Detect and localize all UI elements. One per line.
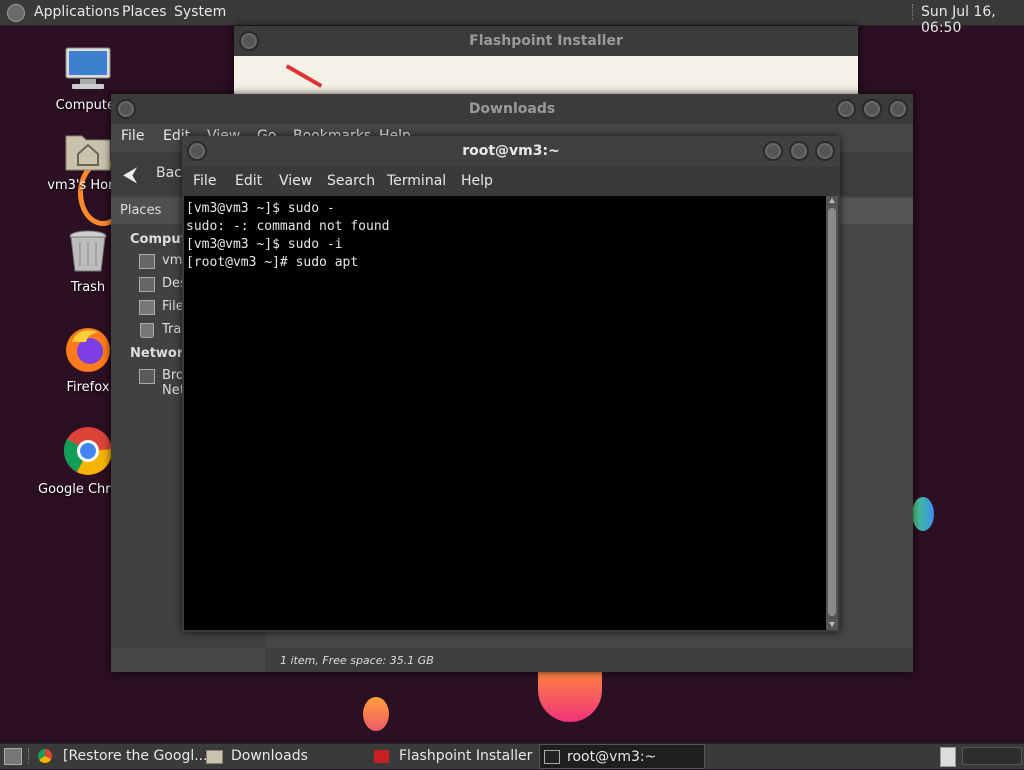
- back-button[interactable]: ⮜ Back: [119, 160, 190, 188]
- applications-menu[interactable]: Applications: [34, 4, 120, 20]
- close-icon[interactable]: [815, 141, 835, 161]
- maximize-icon[interactable]: [862, 99, 882, 119]
- window-title: Downloads: [468, 101, 556, 117]
- taskbar-item-chrome[interactable]: [Restore the Googl...: [38, 744, 208, 769]
- status-text: 1 item, Free space: 35.1 GB: [280, 654, 434, 667]
- panel-separator: [912, 4, 916, 20]
- home-folder-icon: [65, 135, 111, 171]
- distro-logo-icon[interactable]: [7, 4, 25, 22]
- menu-edit[interactable]: Edit: [235, 173, 262, 189]
- maximize-icon[interactable]: [789, 141, 809, 161]
- menu-bar: File Edit View Search Terminal Help: [182, 166, 840, 196]
- desktop-icon: [139, 277, 155, 292]
- trash-icon: [69, 230, 107, 272]
- network-icon: [139, 369, 155, 384]
- terminal-line: [vm3@vm3 ~]$ sudo -: [186, 201, 335, 216]
- top-panel: Applications Places System Sun Jul 16, 0…: [0, 0, 1024, 36]
- wallpaper-blob: [538, 668, 602, 722]
- folder-icon: [206, 750, 223, 764]
- chrome-icon: [38, 749, 52, 763]
- places-menu[interactable]: Places: [122, 4, 167, 20]
- system-menu[interactable]: System: [174, 4, 226, 20]
- taskbar-item-label: [Restore the Googl...: [63, 748, 208, 764]
- flashpoint-icon: [374, 750, 389, 763]
- terminal-window[interactable]: root@vm3:~ File Edit View Search Termina…: [182, 136, 840, 632]
- computer-icon: [65, 47, 111, 89]
- close-icon[interactable]: [888, 99, 908, 119]
- title-bar[interactable]: Downloads: [111, 94, 913, 124]
- bottom-panel: [Restore the Googl... Downloads Flashpoi…: [0, 743, 1024, 769]
- back-arrow-icon: ⮜: [123, 162, 138, 186]
- window-menu-icon[interactable]: [116, 99, 136, 119]
- terminal-output[interactable]: [vm3@vm3 ~]$ sudo - sudo: -: command not…: [184, 196, 826, 630]
- drive-icon: [139, 300, 155, 315]
- taskbar-item-label: root@vm3:~: [567, 749, 657, 765]
- scroll-down-arrow-icon[interactable]: [829, 622, 835, 627]
- taskbar-item-flashpoint[interactable]: Flashpoint Installer: [374, 744, 534, 769]
- minimize-icon[interactable]: [836, 99, 856, 119]
- window-menu-icon[interactable]: [187, 141, 207, 161]
- taskbar-item-downloads[interactable]: Downloads: [206, 744, 366, 769]
- terminal-line: sudo: -: command not found: [186, 219, 390, 234]
- menu-terminal[interactable]: Terminal: [387, 173, 446, 189]
- title-bar[interactable]: Flashpoint Installer: [234, 26, 858, 56]
- scrollbar-thumb[interactable]: [828, 208, 836, 616]
- menu-file[interactable]: File: [121, 128, 144, 144]
- window-menu-icon[interactable]: [239, 31, 259, 51]
- taskbar-item-terminal[interactable]: root@vm3:~: [539, 744, 705, 769]
- trash-icon: [140, 323, 154, 338]
- sidebar-header-label: Places: [120, 203, 162, 218]
- minimize-icon[interactable]: [763, 141, 783, 161]
- status-bar: 1 item, Free space: 35.1 GB: [265, 648, 913, 672]
- taskbar-item-label: Downloads: [231, 748, 308, 764]
- clock[interactable]: Sun Jul 16, 06:50: [921, 4, 1024, 36]
- scroll-up-arrow-icon[interactable]: [829, 198, 835, 203]
- terminal-line: [vm3@vm3 ~]$ sudo -i: [186, 237, 343, 252]
- workspace-switcher-icon[interactable]: [940, 747, 956, 767]
- wallpaper-blob: [363, 697, 389, 731]
- terminal-scrollbar[interactable]: [826, 196, 838, 630]
- installer-logo-stroke: [285, 64, 323, 88]
- taskbar-item-label: Flashpoint Installer: [399, 748, 533, 764]
- terminal-text: [vm3@vm3 ~]$ sudo - sudo: -: command not…: [184, 196, 826, 276]
- menu-help[interactable]: Help: [461, 173, 493, 189]
- menu-file[interactable]: File: [193, 173, 216, 189]
- terminal-line: [root@vm3 ~]# sudo apt: [186, 255, 359, 270]
- window-title: Flashpoint Installer: [469, 33, 623, 49]
- firefox-icon: [66, 328, 110, 372]
- terminal-icon: [544, 750, 560, 764]
- workspace-switcher-cell[interactable]: [962, 747, 1022, 765]
- title-bar[interactable]: root@vm3:~: [182, 136, 840, 166]
- show-desktop-icon[interactable]: [4, 748, 22, 765]
- window-title: root@vm3:~: [462, 143, 560, 159]
- wallpaper-blob: [912, 497, 934, 531]
- chrome-icon: [63, 427, 113, 475]
- panel-separator: [28, 748, 32, 764]
- home-icon: [139, 254, 155, 269]
- menu-view[interactable]: View: [279, 173, 312, 189]
- menu-search[interactable]: Search: [327, 173, 375, 189]
